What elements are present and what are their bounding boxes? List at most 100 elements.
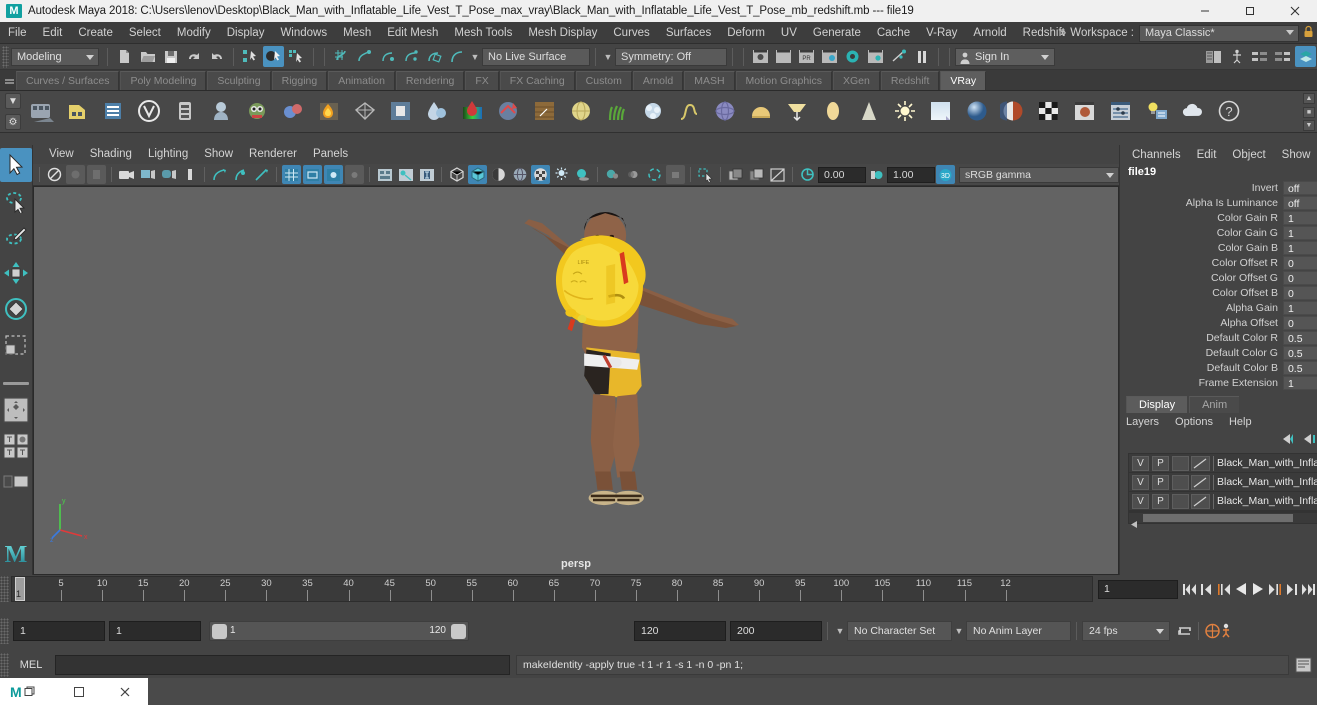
viewport-menu-show[interactable]: Show: [196, 145, 241, 164]
new-scene-icon[interactable]: [114, 46, 135, 67]
command-input[interactable]: [55, 655, 510, 675]
shelf-scroll-up-icon[interactable]: ▲: [1303, 93, 1315, 104]
channel-row[interactable]: Default Color R 0.5: [1120, 330, 1317, 345]
close-button[interactable]: [1272, 0, 1317, 22]
layer-menu-options[interactable]: Options: [1175, 416, 1229, 428]
viewport-menu-lighting[interactable]: Lighting: [140, 145, 196, 164]
channel-value[interactable]: 1: [1282, 240, 1317, 255]
layer-reference-toggle[interactable]: [1172, 474, 1189, 490]
lock-icon[interactable]: [1299, 25, 1317, 41]
vray-water-icon[interactable]: [421, 95, 455, 129]
menuset-dropdown[interactable]: Modeling: [11, 47, 99, 66]
ipr-start-icon[interactable]: [210, 165, 229, 184]
shelf-tab-motion-graphics[interactable]: Motion Graphics: [735, 71, 832, 90]
menu-item-file[interactable]: File: [0, 22, 35, 44]
channel-row[interactable]: Color Gain G 1: [1120, 225, 1317, 240]
menu-item-select[interactable]: Select: [121, 22, 169, 44]
menu-item-create[interactable]: Create: [70, 22, 121, 44]
anim-start-time-field[interactable]: 1: [13, 621, 105, 641]
workspace-dropdown[interactable]: Maya Classic*: [1139, 24, 1299, 42]
xray-active-components-icon[interactable]: [417, 165, 436, 184]
save-scene-icon[interactable]: [160, 46, 181, 67]
shelf-tab-rendering[interactable]: Rendering: [395, 71, 465, 90]
perspective-viewport[interactable]: LIFE y x z persp: [33, 186, 1119, 575]
anim-end-time-field[interactable]: 200: [730, 621, 822, 641]
layer-playback-toggle[interactable]: P: [1152, 493, 1169, 509]
menu-item-surfaces[interactable]: Surfaces: [658, 22, 719, 44]
channel-row[interactable]: Alpha Offset 0: [1120, 315, 1317, 330]
channel-row[interactable]: Frame Extension 1: [1120, 375, 1317, 390]
redo-render-icon[interactable]: [773, 46, 794, 67]
lasso-select-tool[interactable]: [0, 184, 32, 218]
layer-color-swatch[interactable]: [1191, 493, 1210, 509]
display-textures-alt-icon[interactable]: [747, 165, 766, 184]
menu-overflow-icon[interactable]: »: [1056, 27, 1070, 39]
snap-to-view-plane-icon[interactable]: [423, 46, 444, 67]
menu-item-mesh-display[interactable]: Mesh Display: [520, 22, 605, 44]
channel-value[interactable]: 0.5: [1282, 330, 1317, 345]
vray-render-alt-icon[interactable]: [61, 95, 95, 129]
channel-value[interactable]: off: [1282, 180, 1317, 195]
vray-sphere-mat-icon[interactable]: [961, 95, 995, 129]
playback-loop-icon[interactable]: [1176, 620, 1193, 642]
shelf-tab-animation[interactable]: Animation: [328, 71, 395, 90]
shadows-icon[interactable]: [573, 165, 592, 184]
shelf-tab-curves-surfaces[interactable]: Curves / Surfaces: [16, 71, 120, 90]
shelf-scroll-dot-icon[interactable]: ■: [1303, 106, 1315, 118]
channel-row[interactable]: Color Gain R 1: [1120, 210, 1317, 225]
show-hide-skeleton-icon[interactable]: [1226, 46, 1247, 67]
toolbar-drag-handle[interactable]: [2, 45, 9, 68]
layer-reference-toggle[interactable]: [1172, 493, 1189, 509]
auto-keyframe-toggle-icon[interactable]: [1204, 620, 1221, 642]
vray-blend-mat-icon[interactable]: [997, 95, 1031, 129]
snap-to-point-icon[interactable]: [377, 46, 398, 67]
gate-mask-icon[interactable]: [345, 165, 364, 184]
bookmark-icon[interactable]: [87, 165, 106, 184]
select-camera-icon[interactable]: [45, 165, 64, 184]
vray-mesh-light-icon[interactable]: [349, 95, 383, 129]
vray-ies-light-icon[interactable]: [817, 95, 851, 129]
menu-item-windows[interactable]: Windows: [272, 22, 335, 44]
menu-item-deform[interactable]: Deform: [719, 22, 773, 44]
range-slider[interactable]: 1 120: [209, 621, 469, 641]
exposure-reset-icon[interactable]: [768, 165, 787, 184]
channel-row[interactable]: Alpha Gain 1: [1120, 300, 1317, 315]
layer-name[interactable]: Black_Man_with_Inflatable_Lif: [1217, 476, 1317, 488]
make-live-icon[interactable]: [446, 46, 467, 67]
ipr-render-icon[interactable]: PR: [796, 46, 817, 67]
channel-row[interactable]: Default Color B 0.5: [1120, 360, 1317, 375]
multisample-aa-icon[interactable]: [645, 165, 664, 184]
channel-row[interactable]: Color Offset B 0: [1120, 285, 1317, 300]
viewport-menu-panels[interactable]: Panels: [305, 145, 356, 164]
exposure-icon[interactable]: [798, 165, 817, 184]
vray-sun-icon[interactable]: [889, 95, 923, 129]
anim-layer-dropdown[interactable]: No Anim Layer: [966, 621, 1071, 641]
layer-editor-toggle-icon[interactable]: [1295, 46, 1316, 67]
layer-row[interactable]: VP Black_Man_with_Inflatable_Lif: [1129, 473, 1317, 492]
vray-volume-icon[interactable]: [313, 95, 347, 129]
move-layer-up-icon[interactable]: [1281, 432, 1296, 450]
color-space-dropdown[interactable]: sRGB gamma: [959, 166, 1119, 183]
vray-plane-icon[interactable]: [385, 95, 419, 129]
menu-item-modify[interactable]: Modify: [169, 22, 219, 44]
channelbox-menu-channels[interactable]: Channels: [1124, 149, 1189, 161]
grease-pencil-icon[interactable]: [159, 165, 178, 184]
render-region-icon[interactable]: [819, 46, 840, 67]
open-outliner-icon[interactable]: [1203, 46, 1224, 67]
layer-color-swatch[interactable]: [1191, 474, 1210, 490]
vray-proxy-icon[interactable]: [205, 95, 239, 129]
rotate-tool[interactable]: [0, 292, 32, 326]
four-view-layout-icon[interactable]: [0, 429, 32, 463]
shelf-tab-vray[interactable]: VRay: [940, 71, 987, 90]
vray-light-cone-icon[interactable]: [853, 95, 887, 129]
vray-wood-icon[interactable]: [529, 95, 563, 129]
gamma-value[interactable]: 1.00: [887, 166, 935, 183]
vray-light-lister-icon[interactable]: [1141, 95, 1175, 129]
vray-curve-icon[interactable]: [673, 95, 707, 129]
layer-row[interactable]: VP Black_Man_with_Inflatable_Lif: [1129, 454, 1317, 473]
channel-value[interactable]: 0.5: [1282, 345, 1317, 360]
character-set-dropdown[interactable]: No Character Set: [847, 621, 952, 641]
color-management-icon[interactable]: 3D: [936, 165, 955, 184]
paint-select-tool[interactable]: [0, 220, 32, 254]
layer-playback-toggle[interactable]: P: [1152, 455, 1169, 471]
